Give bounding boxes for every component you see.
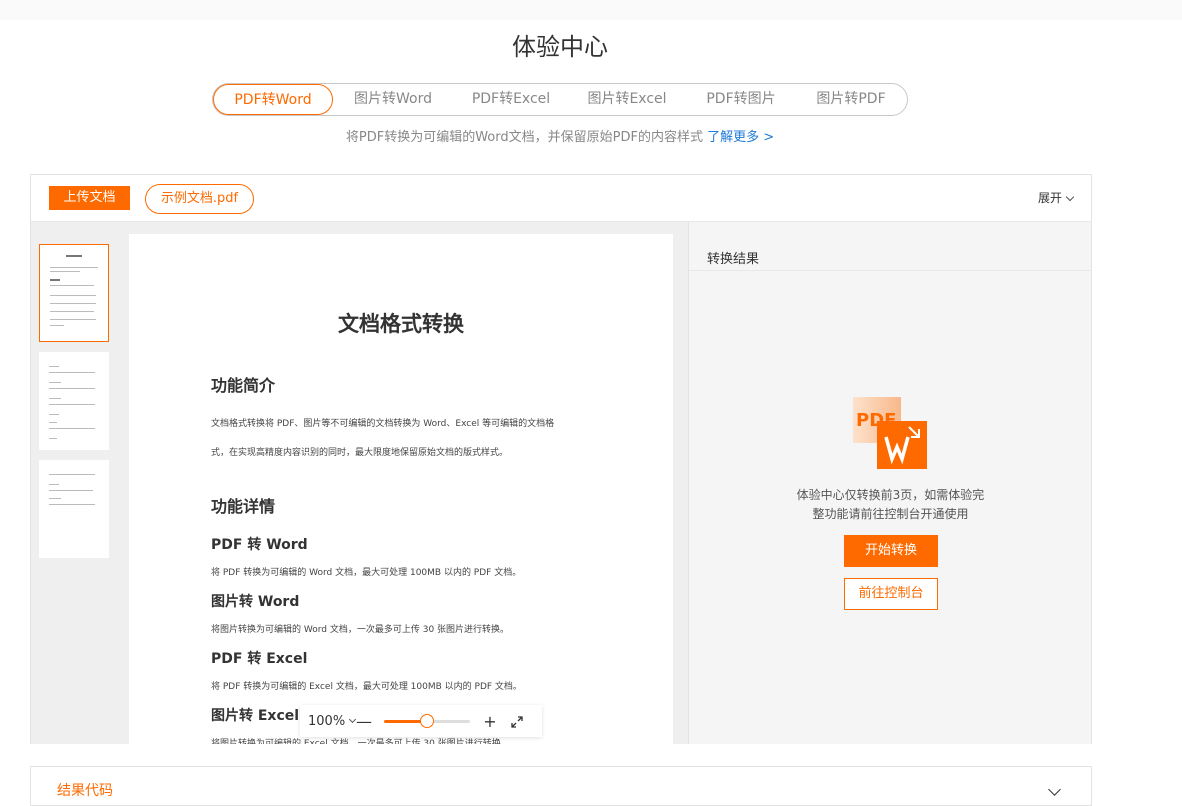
section-heading: 功能简介 [211, 376, 276, 395]
result-title: 转换结果 [707, 252, 760, 267]
conversion-tabs: PDF转Word 图片转Word PDF转Excel 图片转Excel PDF转… [212, 83, 908, 116]
item-heading: 图片转 Excel [211, 708, 300, 724]
page-thumbnail-1[interactable] [39, 244, 109, 342]
tab-pdf-to-excel[interactable]: PDF转Excel [453, 84, 569, 115]
item-heading: 图片转 Word [211, 594, 300, 610]
item-description: 将图片转换为可编辑的 Word 文档，一次最多可上传 30 张图片进行转换。 [211, 625, 510, 635]
document-title: 文档格式转换 [338, 312, 464, 336]
message-line: 体验中心仅转换前3页，如需体验完 [796, 488, 985, 502]
tab-image-to-word[interactable]: 图片转Word [333, 84, 453, 115]
divider [689, 270, 1092, 271]
subtitle: 将PDF转换为可编辑的Word文档，并保留原始PDF的内容样式 了解更多 > [0, 126, 1120, 145]
zoom-value: 100% [308, 713, 346, 729]
chevron-down-icon[interactable] [1048, 783, 1061, 796]
upload-button[interactable]: 上传文档 [49, 186, 130, 210]
item-heading: PDF 转 Word [211, 537, 308, 553]
page-thumbnail-2[interactable] [39, 352, 109, 450]
document-page: 文档格式转换 功能简介 文档格式转换将 PDF、图片等不可编辑的文档转换为 Wo… [129, 234, 673, 744]
result-pane: 转换结果 PDF 体验中心仅转换前3页，如需体验完 整功能请前往控制台开通使用 [688, 222, 1092, 744]
zoom-slider-handle[interactable] [420, 713, 434, 728]
tab-pdf-to-word[interactable]: PDF转Word [213, 84, 333, 115]
subtitle-text: 将PDF转换为可编辑的Word文档，并保留原始PDF的内容样式 [345, 130, 703, 145]
result-code-title: 结果代码 [57, 783, 113, 799]
paragraph-line: 式，在实现高精度内容识别的同时，最大限度地保留原始文档的版式样式。 [211, 448, 509, 458]
pdf-to-word-icon: PDF [853, 397, 929, 471]
panel-toolbar: 上传文档 示例文档.pdf 展开 [31, 175, 1091, 222]
converter-panel: 上传文档 示例文档.pdf 展开 文档格式转换 功能简介 文档格式转换将 PDF… [30, 174, 1092, 744]
pdf-icon-label: PDF [856, 410, 897, 431]
zoom-in-button[interactable]: + [482, 712, 498, 731]
message-line: 整功能请前往控制台开通使用 [812, 507, 969, 521]
item-heading: PDF 转 Excel [211, 651, 308, 667]
pdf-viewer: 文档格式转换 功能简介 文档格式转换将 PDF、图片等不可编辑的文档转换为 Wo… [31, 222, 688, 744]
sample-file-chip[interactable]: 示例文档.pdf [145, 184, 254, 214]
chevron-down-icon [1065, 192, 1075, 202]
top-bar [0, 0, 1182, 20]
zoom-toolbar: 100% — + [300, 705, 542, 737]
section-heading: 功能详情 [211, 497, 276, 516]
zoom-select[interactable]: 100% [308, 713, 357, 729]
tab-image-to-excel[interactable]: 图片转Excel [569, 84, 685, 115]
paragraph-line: 文档格式转换将 PDF、图片等不可编辑的文档转换为 Word、Excel 等可编… [211, 419, 555, 429]
item-description: 将图片转换为可编辑的 Excel 文档，一次最多可上传 30 张图片进行转换。 [211, 739, 510, 744]
zoom-slider[interactable] [384, 713, 470, 728]
item-description: 将 PDF 转换为可编辑的 Excel 文档，最大可处理 100MB 以内的 P… [211, 682, 522, 692]
learn-more-link[interactable]: 了解更多 > [707, 130, 774, 145]
expand-label: 展开 [1037, 191, 1062, 205]
expand-toggle[interactable]: 展开 [1037, 189, 1075, 206]
item-description: 将 PDF 转换为可编辑的 Word 文档，最大可处理 100MB 以内的 PD… [211, 568, 522, 578]
go-to-console-button[interactable]: 前往控制台 [844, 578, 938, 610]
tab-image-to-pdf[interactable]: 图片转PDF [797, 84, 905, 115]
page-title: 体验中心 [512, 33, 608, 61]
page-thumbnail-3[interactable] [39, 460, 109, 558]
zoom-out-button[interactable]: — [356, 712, 372, 731]
start-convert-button[interactable]: 开始转换 [844, 535, 938, 567]
result-code-panel[interactable]: 结果代码 [30, 766, 1092, 806]
fullscreen-icon[interactable] [510, 714, 524, 728]
result-message: 体验中心仅转换前3页，如需体验完 整功能请前往控制台开通使用 [689, 486, 1092, 524]
tab-pdf-to-image[interactable]: PDF转图片 [685, 84, 797, 115]
